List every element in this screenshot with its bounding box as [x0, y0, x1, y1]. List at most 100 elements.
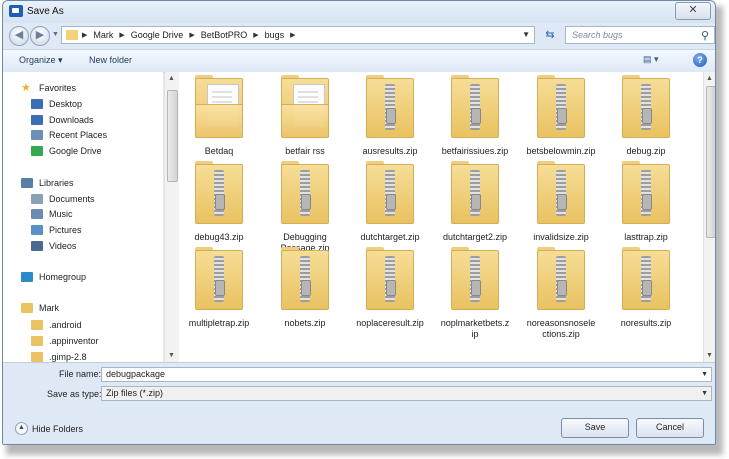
zip-file-item[interactable]: betsbelowmin.zip [521, 74, 601, 166]
zip-file-item[interactable]: dutchtarget2.zip [435, 160, 515, 252]
zip-file-item[interactable]: debug.zip [606, 74, 686, 166]
scroll-down-icon[interactable]: ▼ [706, 352, 713, 359]
close-button[interactable]: ✕ [675, 2, 711, 20]
sidebar-item-downloads[interactable]: Downloads [3, 112, 163, 128]
breadcrumb-separator-icon[interactable]: ▶ [189, 31, 194, 39]
file-name-label[interactable]: nobets.zip [263, 318, 347, 329]
organize-button[interactable]: Organize ▾ [19, 55, 63, 66]
file-name-label[interactable]: multipletrap.zip [179, 318, 261, 329]
zip-file-item[interactable]: noplaceresult.zip [350, 246, 430, 338]
zip-file-item[interactable]: invalidsize.zip [521, 160, 601, 252]
breadcrumb-separator-icon[interactable]: ▶ [253, 31, 258, 39]
zip-file-item[interactable]: nobets.zip [265, 246, 345, 338]
cancel-button[interactable]: Cancel [636, 418, 704, 438]
chevron-up-icon[interactable]: ▲ [15, 422, 28, 435]
zip-file-item[interactable]: debug43.zip [179, 160, 259, 252]
file-name-value[interactable]: debugpackage [106, 369, 165, 379]
recent-locations-dropdown-icon[interactable]: ▼ [52, 31, 59, 38]
file-name-label[interactable]: debug.zip [604, 146, 688, 157]
sidebar-item-appinventor[interactable]: .appinventor [3, 333, 163, 349]
breadcrumb-separator-icon[interactable]: ▶ [119, 31, 124, 39]
forward-button[interactable]: ▶ [30, 26, 50, 46]
hide-folders-label[interactable]: Hide Folders [32, 424, 83, 434]
breadcrumb-separator-icon[interactable]: ▶ [290, 31, 295, 39]
sidebar-item-google-drive[interactable]: Google Drive [3, 143, 163, 159]
breadcrumb-betbotpro[interactable]: BetBotPRO [201, 30, 248, 40]
zip-file-item[interactable]: betfairissiues.zip [435, 74, 515, 166]
file-name-label[interactable]: invalidsize.zip [519, 232, 603, 243]
folder-item[interactable]: Betdaq [179, 74, 259, 166]
file-name-label[interactable]: noplmarketbets.z ip [433, 318, 517, 340]
breadcrumb: ▶ Mark ▶ Google Drive ▶ BetBotPRO ▶ bugs… [82, 30, 296, 40]
dialog-app-icon [9, 5, 23, 17]
sidebar-item-music[interactable]: Music [3, 206, 163, 222]
sidebar-item-desktop[interactable]: Desktop [3, 96, 163, 112]
breadcrumb-mark[interactable]: Mark [93, 30, 113, 40]
sidebar-item-pictures[interactable]: Pictures [3, 222, 163, 238]
file-list-scrollbar[interactable]: ▲ ▼ [703, 72, 715, 362]
file-name-label: File name: [59, 369, 102, 379]
file-name-label[interactable]: betsbelowmin.zip [519, 146, 603, 157]
save-as-type-value[interactable]: Zip files (*.zip) [106, 388, 163, 398]
file-name-label[interactable]: betfair rss [263, 146, 347, 157]
file-name-label[interactable]: noplaceresult.zip [348, 318, 432, 329]
sidebar-item-label: Google Drive [49, 146, 102, 156]
sidebar-item-libraries[interactable]: Libraries [3, 175, 163, 191]
breadcrumb-bugs[interactable]: bugs [265, 30, 285, 40]
address-dropdown-icon[interactable]: ▼ [522, 30, 530, 39]
folder-item[interactable]: betfair rss [265, 74, 345, 166]
file-name-label[interactable]: noresults.zip [604, 318, 688, 329]
zip-file-item[interactable]: lasttrap.zip [606, 160, 686, 252]
scroll-up-icon[interactable]: ▲ [706, 75, 713, 82]
scroll-down-icon[interactable]: ▼ [168, 352, 175, 359]
sidebar-item-gimp-2-8[interactable]: .gimp-2.8 [3, 349, 163, 362]
search-input[interactable]: Search bugs ⚲ [565, 26, 715, 44]
sidebar-item-favorites[interactable]: ★ Favorites [3, 80, 163, 96]
sidebar-item-documents[interactable]: Documents [3, 191, 163, 207]
zip-file-item[interactable]: ausresults.zip [350, 74, 430, 166]
sidebar-item-videos[interactable]: Videos [3, 238, 163, 254]
music-icon [31, 209, 43, 219]
search-icon[interactable]: ⚲ [701, 29, 709, 42]
window-title: Save As [27, 6, 64, 17]
file-name-label[interactable]: betfairissiues.zip [433, 146, 517, 157]
save-button[interactable]: Save [561, 418, 629, 438]
chevron-down-icon[interactable]: ▼ [701, 368, 708, 381]
refresh-icon[interactable]: ⇆ [540, 26, 560, 44]
scroll-thumb[interactable] [167, 90, 178, 182]
command-toolbar: Organize ▾ New folder ▤ ▾ ? [3, 49, 715, 73]
save-as-type-select[interactable]: Zip files (*.zip) ▼ [101, 386, 712, 401]
new-folder-button[interactable]: New folder [89, 55, 132, 65]
file-name-label[interactable]: Betdaq [179, 146, 261, 157]
sidebar-item-mark[interactable]: Mark [3, 300, 163, 316]
zip-file-item[interactable]: multipletrap.zip [179, 246, 259, 338]
file-name-label[interactable]: ausresults.zip [348, 146, 432, 157]
file-name-label[interactable]: dutchtarget2.zip [433, 232, 517, 243]
zip-file-item[interactable]: Debugging Passage.zip [265, 160, 345, 253]
downloads-icon [31, 115, 43, 125]
breadcrumb-google-drive[interactable]: Google Drive [131, 30, 184, 40]
zip-file-item[interactable]: noresults.zip [606, 246, 686, 338]
scroll-thumb[interactable] [706, 86, 715, 238]
breadcrumb-separator-icon[interactable]: ▶ [82, 31, 87, 39]
zip-file-item[interactable]: noplmarketbets.z ip [433, 246, 517, 340]
help-icon[interactable]: ? [693, 53, 707, 67]
file-name-field[interactable]: debugpackage ▼ [101, 367, 712, 382]
sidebar-item-recent-places[interactable]: Recent Places [3, 127, 163, 143]
address-bar[interactable]: ▶ Mark ▶ Google Drive ▶ BetBotPRO ▶ bugs… [61, 26, 535, 44]
file-name-label[interactable]: lasttrap.zip [604, 232, 688, 243]
change-view-icon[interactable]: ▤ ▾ [643, 54, 671, 67]
hide-folders-button[interactable]: ▲ Hide Folders [15, 422, 83, 435]
file-name-label[interactable]: dutchtarget.zip [348, 232, 432, 243]
zip-folder-icon [537, 161, 585, 224]
sidebar-item-android[interactable]: .android [3, 317, 163, 333]
back-button[interactable]: ◀ [9, 26, 29, 46]
navigation-scrollbar[interactable]: ▲ ▼ [164, 72, 179, 362]
zip-file-item[interactable]: noreasonsnosele ctions.zip [519, 246, 603, 340]
file-name-label[interactable]: debug43.zip [179, 232, 261, 243]
sidebar-item-homegroup[interactable]: Homegroup [3, 269, 163, 285]
scroll-up-icon[interactable]: ▲ [168, 75, 175, 82]
file-name-label[interactable]: noreasonsnosele ctions.zip [519, 318, 603, 340]
zip-file-item[interactable]: dutchtarget.zip [350, 160, 430, 252]
chevron-down-icon[interactable]: ▼ [701, 387, 708, 400]
